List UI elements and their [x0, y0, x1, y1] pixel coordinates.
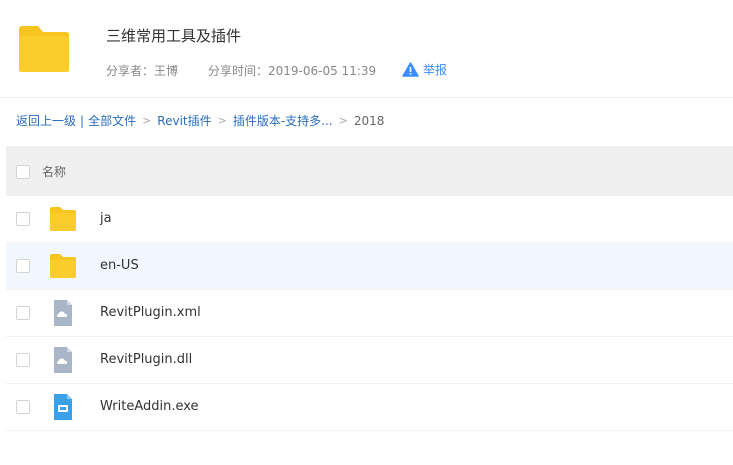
- row-checkbox[interactable]: [16, 212, 30, 226]
- breadcrumb-arrow: >: [217, 114, 227, 127]
- file-cloud-icon: [54, 300, 72, 326]
- exe-file-icon: [54, 394, 72, 420]
- share-time: 分享时间：2019-06-05 11:39: [208, 64, 377, 78]
- sharer-info: 分享者：王博: [106, 64, 179, 78]
- all-files-link[interactable]: 全部文件: [88, 112, 136, 129]
- file-list-header: 名称: [6, 146, 733, 196]
- column-header-name[interactable]: 名称: [42, 163, 66, 180]
- breadcrumb-item-plugin-version[interactable]: 插件版本-支持多...: [233, 112, 333, 129]
- row-checkbox[interactable]: [16, 400, 30, 414]
- folder-icon: [50, 207, 76, 231]
- select-all-checkbox[interactable]: [16, 165, 30, 179]
- row-checkbox[interactable]: [16, 353, 30, 367]
- file-list: ja en-US RevitPlugin.xml RevitPlugin.dll: [6, 196, 733, 431]
- file-row[interactable]: en-US: [6, 243, 733, 290]
- file-name[interactable]: en-US: [100, 258, 139, 273]
- file-name[interactable]: WriteAddin.exe: [100, 399, 199, 414]
- breadcrumb: 返回上一级 | 全部文件 > Revit插件 > 插件版本-支持多... > 2…: [16, 112, 384, 129]
- file-row[interactable]: ja: [6, 196, 733, 243]
- breadcrumb-current: 2018: [353, 113, 385, 128]
- share-header: 三维常用工具及插件 分享者：王博 分享时间：2019-06-05 11:39 举…: [0, 0, 733, 98]
- file-row[interactable]: RevitPlugin.dll: [6, 337, 733, 384]
- file-row[interactable]: RevitPlugin.xml: [6, 290, 733, 337]
- share-title: 三维常用工具及插件: [106, 27, 242, 45]
- warning-icon: [402, 62, 419, 77]
- breadcrumb-divider: |: [80, 113, 85, 128]
- breadcrumb-arrow: >: [142, 114, 152, 127]
- row-checkbox[interactable]: [16, 306, 30, 320]
- file-name[interactable]: ja: [100, 211, 112, 226]
- folder-icon: [19, 26, 69, 72]
- row-checkbox[interactable]: [16, 259, 30, 273]
- folder-icon: [50, 254, 76, 278]
- breadcrumb-arrow: >: [338, 114, 348, 127]
- breadcrumb-item-revit-plugin[interactable]: Revit插件: [157, 112, 211, 129]
- report-label: 举报: [423, 63, 448, 77]
- file-name[interactable]: RevitPlugin.dll: [100, 352, 192, 367]
- back-link[interactable]: 返回上一级: [16, 112, 76, 129]
- file-cloud-icon: [54, 347, 72, 373]
- file-row[interactable]: WriteAddin.exe: [6, 384, 733, 431]
- report-button[interactable]: 举报: [402, 61, 447, 78]
- file-name[interactable]: RevitPlugin.xml: [100, 305, 201, 320]
